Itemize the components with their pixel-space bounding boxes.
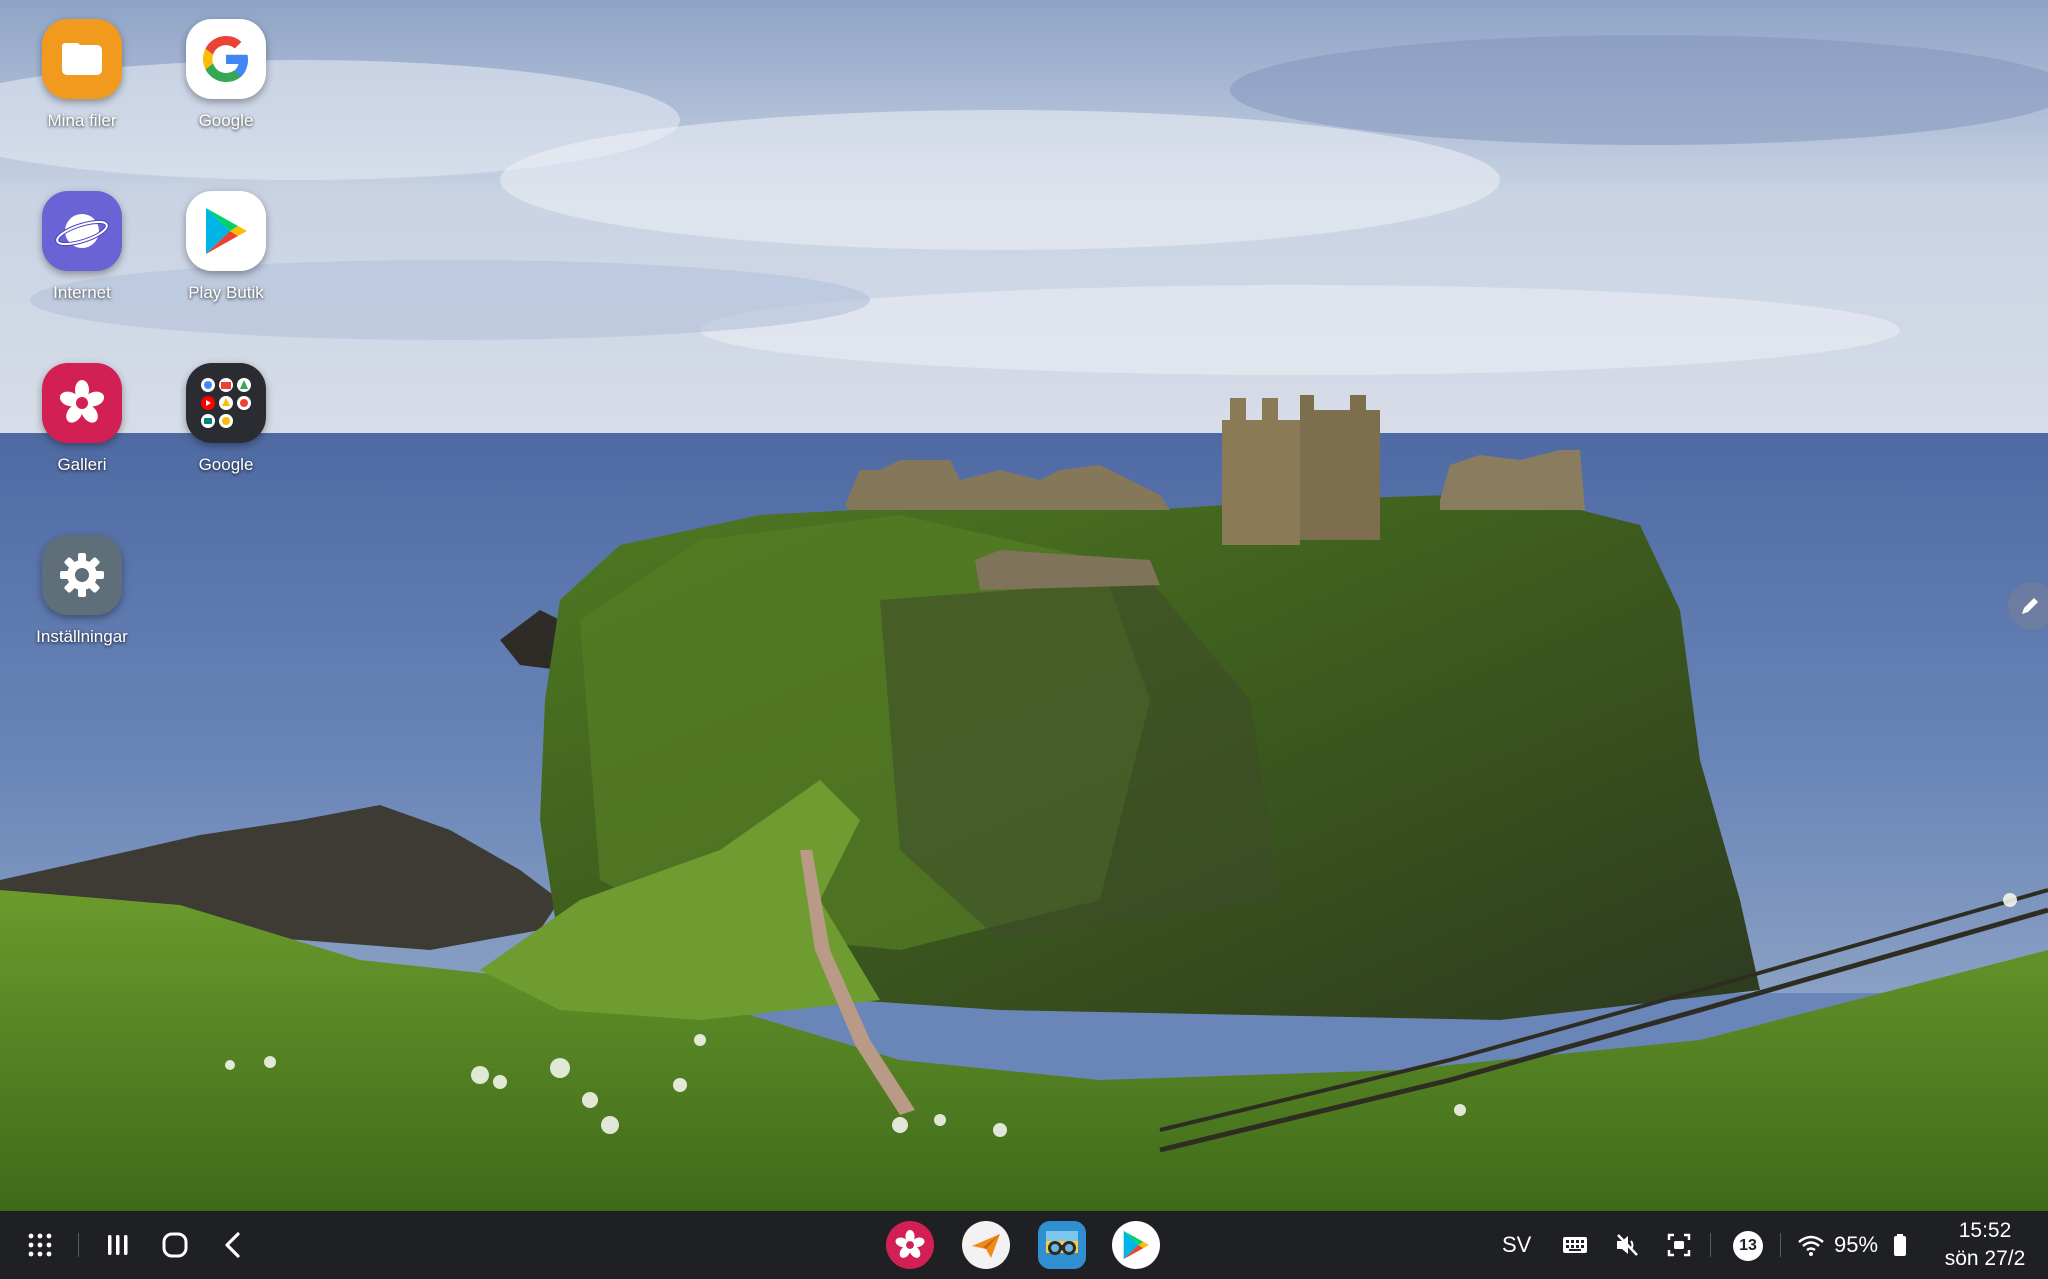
app-label: Google (198, 111, 254, 130)
notification-count-badge[interactable]: 13 (1733, 1231, 1763, 1261)
taskbar: SV 13 95% 15:52 sön 27/2 (0, 1211, 2048, 1279)
dock-gallery[interactable] (886, 1221, 934, 1269)
battery-percent[interactable]: 95% (1834, 1229, 1878, 1261)
battery-icon (1894, 1234, 1906, 1256)
screenshot-button[interactable] (1664, 1231, 1694, 1259)
app-label: Internet (53, 283, 111, 302)
mute-status[interactable] (1612, 1231, 1642, 1259)
app-label: Mina filer (47, 111, 117, 130)
paper-plane-app-icon (972, 1234, 1000, 1258)
notification-count: 13 (1739, 1237, 1757, 1254)
language-text: SV (1502, 1232, 1532, 1257)
taskbar-divider (1710, 1233, 1711, 1257)
google-g-icon (186, 19, 266, 99)
pencil-icon (2022, 598, 2038, 614)
dock-play-store[interactable] (1112, 1221, 1160, 1269)
gallery-flower-icon (895, 1229, 925, 1258)
maps-binoculars-icon (1046, 1231, 1078, 1255)
app-galleri[interactable]: Galleri (7, 363, 157, 475)
apps-grid-button[interactable] (20, 1225, 60, 1265)
wallpaper (0, 0, 2048, 1211)
app-google-folder[interactable]: Google (151, 363, 301, 475)
recents-button[interactable] (98, 1225, 138, 1265)
app-label: Google (198, 455, 254, 474)
home-icon (162, 1232, 188, 1258)
folder-icon (42, 19, 122, 99)
app-internet[interactable]: Internet (7, 191, 157, 303)
home-button[interactable] (155, 1225, 195, 1265)
taskbar-divider (1780, 1233, 1781, 1257)
keyboard-button[interactable] (1560, 1231, 1590, 1259)
screen-capture-icon (1667, 1233, 1691, 1257)
dock-maps-app[interactable] (1038, 1221, 1086, 1269)
dock-paper-plane-app[interactable] (962, 1221, 1010, 1269)
back-button[interactable] (213, 1225, 253, 1265)
keyboard-icon (1563, 1237, 1587, 1253)
gallery-flower-icon (42, 363, 122, 443)
back-icon (225, 1232, 240, 1258)
app-label: Galleri (57, 455, 107, 474)
samsung-internet-icon (42, 191, 122, 271)
battery-status (1890, 1231, 1910, 1259)
battery-text: 95% (1834, 1232, 1879, 1257)
app-installningar[interactable]: Inställningar (7, 535, 157, 647)
clock-date: sön 27/2 (1944, 1247, 2026, 1270)
taskbar-divider (78, 1233, 79, 1257)
app-play-butik[interactable]: Play Butik (151, 191, 301, 303)
app-label: Inställningar (36, 627, 128, 646)
recents-icon (108, 1235, 128, 1255)
wifi-icon (1798, 1235, 1824, 1256)
volume-muted-icon (1617, 1234, 1638, 1256)
play-store-icon (1123, 1230, 1149, 1260)
app-mina-filer[interactable]: Mina filer (7, 19, 157, 131)
edge-panel-handle[interactable] (2008, 582, 2048, 630)
language-indicator[interactable]: SV (1502, 1229, 1531, 1261)
app-google[interactable]: Google (151, 19, 301, 131)
apps-grid-icon (28, 1233, 52, 1257)
wifi-status[interactable] (1796, 1231, 1826, 1259)
app-label: Play Butik (188, 283, 264, 302)
google-folder-icon (186, 363, 266, 443)
gear-icon (42, 535, 122, 615)
play-store-icon (186, 191, 266, 271)
clock-time: 15:52 (1958, 1219, 2012, 1242)
